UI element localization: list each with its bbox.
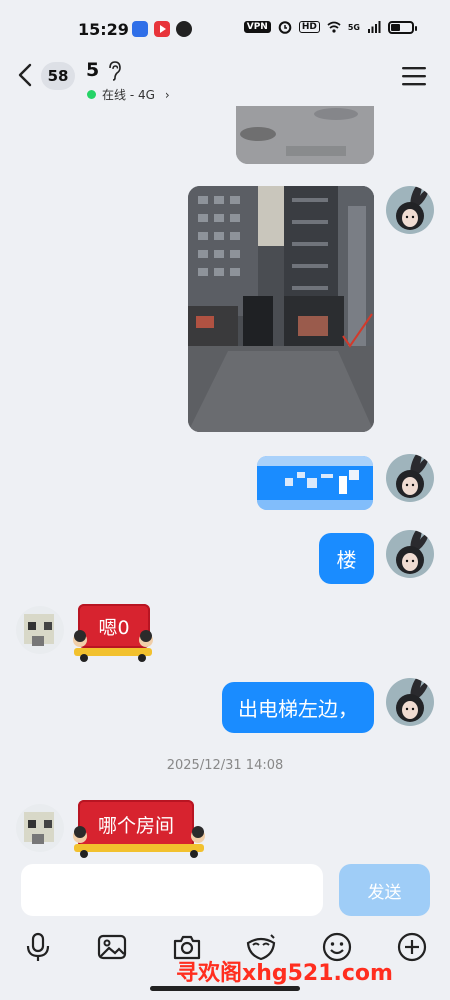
chat-header: 58 5 在线 - 4G › — [0, 56, 450, 106]
online-dot-icon — [87, 90, 96, 99]
chevron-right-icon: › — [164, 87, 170, 102]
alarm-icon — [278, 21, 292, 34]
status-bar: 15:29 VPN HD 5G — [0, 0, 450, 56]
cartoon-car-sticker-icon — [73, 826, 205, 858]
avatar[interactable] — [16, 606, 64, 654]
ear-icon — [109, 61, 121, 81]
message-text: 出电梯左边， — [238, 697, 358, 721]
bunny-girl-avatar — [386, 678, 434, 726]
app-icon-blue — [132, 21, 148, 37]
avatar[interactable] — [386, 186, 434, 234]
text-message[interactable]: 出电梯左边， — [222, 682, 374, 733]
menu-icon[interactable] — [402, 66, 426, 86]
battery-icon — [388, 20, 417, 34]
bunny-girl-avatar — [386, 186, 434, 234]
image-message[interactable] — [236, 106, 374, 164]
cartoon-car-sticker-icon — [73, 630, 153, 662]
image-message[interactable] — [188, 186, 374, 432]
contact-name[interactable]: 5 — [86, 59, 99, 81]
alarm-app-icon — [176, 21, 192, 37]
message-timestamp: 2025/12/31 14:08 — [166, 758, 284, 773]
pixelated-avatar — [16, 804, 64, 852]
message-input[interactable] — [21, 864, 323, 916]
bunny-girl-avatar — [386, 454, 434, 502]
hd-badge: HD — [298, 21, 320, 33]
message-input-bar: 发送 — [0, 858, 450, 924]
building-photo — [188, 186, 374, 432]
chat-messages[interactable]: 楼 出电梯左边， 嗯0 哪个房间 2025/12/31 14:08 — [0, 106, 450, 858]
street-photo — [236, 106, 374, 164]
pixelated-text — [257, 456, 373, 510]
avatar[interactable] — [386, 678, 434, 726]
watermark: 寻欢阁xhg521.com — [176, 961, 393, 986]
vpn-badge: VPN — [243, 21, 271, 33]
online-status-text: 在线 - 4G — [102, 88, 155, 102]
bunny-girl-avatar — [386, 530, 434, 578]
avatar[interactable] — [16, 804, 64, 852]
network-label: 5G — [347, 22, 360, 32]
status-app-icons — [132, 21, 192, 37]
signal-icon — [368, 21, 381, 33]
avatar[interactable] — [386, 530, 434, 578]
back-arrow-icon[interactable] — [14, 60, 38, 90]
avatar[interactable] — [386, 454, 434, 502]
send-button[interactable]: 发送 — [339, 864, 430, 916]
image-icon[interactable] — [96, 931, 128, 963]
microphone-icon[interactable] — [22, 931, 54, 963]
home-indicator[interactable] — [150, 986, 300, 991]
system-icons: VPN HD 5G — [243, 20, 417, 34]
wifi-icon — [327, 21, 341, 33]
plus-icon[interactable] — [396, 931, 428, 963]
message-text: 楼 — [336, 548, 357, 572]
video-play-icon — [154, 21, 170, 37]
pixelated-avatar — [16, 606, 64, 654]
online-status[interactable]: 在线 - 4G › — [87, 86, 170, 103]
unread-count-badge[interactable]: 58 — [41, 62, 75, 90]
status-time: 15:29 — [78, 20, 129, 39]
text-message[interactable]: 楼 — [319, 533, 374, 584]
blurred-text-message[interactable] — [257, 456, 373, 510]
